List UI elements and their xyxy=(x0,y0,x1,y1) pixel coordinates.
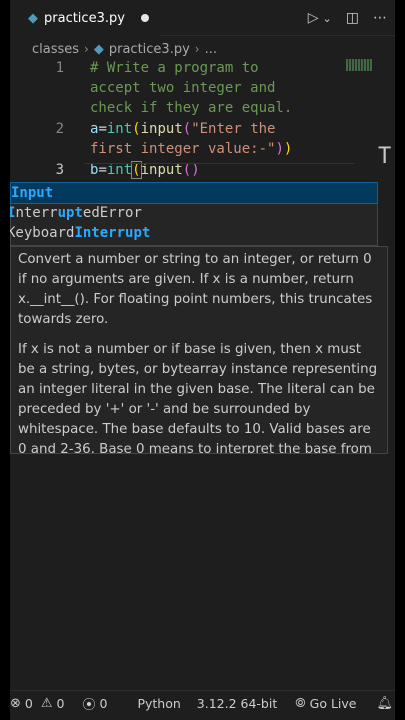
line-number: 1 xyxy=(55,60,64,76)
code-editor[interactable]: 1 # Write a program to accept two intege… xyxy=(10,60,395,180)
minimap[interactable] xyxy=(346,59,372,71)
python-file-icon: ◆ xyxy=(28,10,38,26)
code-builtin: int xyxy=(106,162,133,178)
code-comment: check if they are equal. xyxy=(90,100,293,116)
line-number: 3 xyxy=(55,162,64,178)
error-count: 0 xyxy=(24,696,33,711)
go-live-label: Go Live xyxy=(309,696,357,711)
ports-indicator[interactable]: ⦿ 0 xyxy=(82,694,107,713)
suggestion-item[interactable]: Input xyxy=(10,182,378,204)
more-actions-icon[interactable]: ⋯ xyxy=(373,10,387,26)
code-bracket: ) xyxy=(191,162,200,178)
suggestion-match: Input xyxy=(11,185,54,201)
tab-bar: ◆ practice3.py ▷ ⌄ ◫ ⋯ xyxy=(10,0,395,36)
warning-icon: ⚠ xyxy=(40,696,53,711)
breadcrumb-folder[interactable]: classes xyxy=(32,42,79,57)
code-string: first integer value:-" xyxy=(90,141,276,157)
chevron-right-icon: › xyxy=(194,42,200,56)
suggestion-documentation[interactable]: Convert a number or string to an integer… xyxy=(10,246,388,454)
code-string: "Enter the xyxy=(191,121,276,137)
text-cursor-icon: T xyxy=(378,144,392,169)
broadcast-icon: ⦾ xyxy=(295,696,306,711)
code-comment: accept two integer and xyxy=(90,80,276,96)
suggestion-match: Interrupt xyxy=(74,225,151,241)
code-bracket: ( xyxy=(182,121,192,137)
tab-label: practice3.py xyxy=(44,10,125,26)
code-function: input xyxy=(140,121,183,137)
go-live-button[interactable]: ⦾ Go Live xyxy=(295,696,356,711)
code-line-3: b=int(input() xyxy=(90,161,200,179)
code-bracket: ( xyxy=(132,121,141,137)
code-bracket: ( xyxy=(131,161,142,179)
code-bracket: ) xyxy=(275,141,284,157)
code-bracket: ) xyxy=(283,141,293,157)
breadcrumb-file[interactable]: practice3.py xyxy=(109,42,190,57)
broadcast-icon: ⦿ xyxy=(82,698,96,713)
breadcrumb-more[interactable]: ... xyxy=(205,42,217,57)
suggestion-text: edError xyxy=(82,205,142,221)
breadcrumb: classes › ◆ practice3.py › ... xyxy=(32,38,217,60)
code-function: input xyxy=(140,162,183,178)
doc-paragraph: If x is not a number or if base is given… xyxy=(18,342,378,454)
run-menu-chevron-icon[interactable]: ⌄ xyxy=(323,12,332,25)
suggest-widget: Input InterruptedError KeyboardInterrupt xyxy=(10,182,378,246)
chevron-right-icon: › xyxy=(84,42,89,56)
suggestion-match: upt xyxy=(57,205,83,221)
code-builtin: int xyxy=(106,121,133,137)
editor-actions: ▷ ⌄ ◫ ⋯ xyxy=(308,0,387,36)
code-bracket: ( xyxy=(182,162,192,178)
suggestion-text: Keyboard xyxy=(10,225,75,241)
python-file-icon: ◆ xyxy=(93,41,104,57)
current-line-highlight xyxy=(84,163,354,164)
warning-count: 0 xyxy=(56,696,65,711)
code-comment: # Write a program to xyxy=(90,60,259,76)
suggestion-item[interactable]: InterruptedError xyxy=(10,203,377,223)
doc-paragraph: Convert a number or string to an integer… xyxy=(18,252,373,327)
status-bar: ⊗ 0 ⚠ 0 ⦿ 0 Python 3.12.2 64-bit ⦾ Go Li… xyxy=(10,690,395,716)
code-op: = xyxy=(98,162,107,178)
suggestion-item[interactable]: KeyboardInterrupt xyxy=(10,223,377,243)
problems-indicator[interactable]: ⊗ 0 ⚠ 0 xyxy=(10,696,64,711)
unsaved-dot-icon[interactable] xyxy=(140,14,149,22)
bell-icon[interactable]: 🔔︎ xyxy=(377,696,394,711)
editor-window: ◆ practice3.py ▷ ⌄ ◫ ⋯ classes › ◆ pract… xyxy=(10,0,395,720)
suggestion-text: nterr xyxy=(15,205,58,221)
python-interpreter[interactable]: 3.12.2 64-bit xyxy=(197,696,277,711)
code-line-2: a=int(input("Enter the xyxy=(90,121,276,137)
tab-practice3[interactable]: ◆ practice3.py xyxy=(10,0,159,36)
code-op: = xyxy=(98,121,107,137)
ports-count: 0 xyxy=(99,696,108,711)
language-mode[interactable]: Python xyxy=(137,696,180,711)
split-editor-icon[interactable]: ◫ xyxy=(346,10,359,26)
line-number: 2 xyxy=(55,121,64,137)
error-icon: ⊗ xyxy=(10,696,21,711)
run-icon[interactable]: ▷ xyxy=(308,10,319,26)
code-line-2-wrap: first integer value:-")) xyxy=(90,141,292,157)
